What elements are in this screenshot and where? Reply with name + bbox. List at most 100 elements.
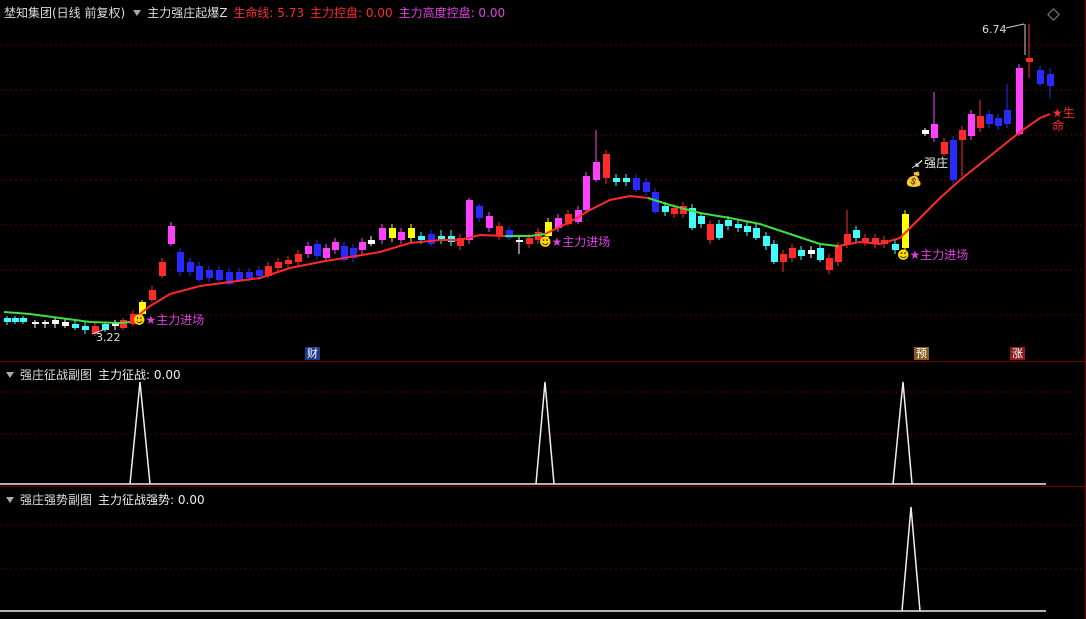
- candle-body: [1026, 58, 1033, 62]
- strong-dealer-text: 强庄: [924, 156, 949, 170]
- star-icon: ★: [145, 313, 157, 327]
- tag-finance[interactable]: 财: [305, 347, 320, 360]
- candle-body: [486, 216, 493, 228]
- candle-body: [418, 236, 425, 240]
- candle-body: [82, 326, 89, 330]
- candle-body: [466, 200, 473, 240]
- entry-label-2: 主力进场: [562, 235, 611, 249]
- star-icon: ★: [551, 235, 563, 249]
- candle-body: [476, 206, 483, 218]
- candle-body: [798, 250, 805, 256]
- candle-body: [275, 262, 282, 268]
- candle-body: [516, 240, 523, 242]
- candle-body: [285, 260, 292, 264]
- candle-body: [707, 224, 714, 240]
- candle-body: [735, 224, 742, 228]
- candle-body: [623, 178, 630, 182]
- candle-body: [753, 228, 760, 238]
- low-price-label: 3.22: [96, 331, 121, 344]
- candle-body: [187, 262, 194, 272]
- candle-body: [1037, 70, 1044, 84]
- candle-body: [52, 320, 59, 324]
- life-line-red-3: [837, 113, 1051, 247]
- star-icon: ★: [909, 248, 921, 262]
- candle-body: [295, 254, 302, 262]
- candle-body: [662, 206, 669, 212]
- life-line-red-2: [544, 194, 649, 235]
- candle-body: [314, 244, 321, 256]
- candle-body: [633, 178, 640, 190]
- candle-body: [168, 226, 175, 244]
- candle-body: [12, 318, 19, 322]
- candle-body: [496, 226, 503, 236]
- candle-body: [32, 322, 39, 324]
- candle-body: [236, 272, 243, 280]
- candle-body: [671, 208, 678, 214]
- candle-body: [428, 234, 435, 244]
- candle-body: [398, 232, 405, 240]
- sub2-svg: [0, 506, 1086, 612]
- candle-body: [716, 224, 723, 238]
- candle-body: [771, 244, 778, 262]
- candle-body: [780, 254, 787, 262]
- candle-body: [789, 248, 796, 258]
- candle-body: [196, 266, 203, 280]
- entry-signal-1: ☻★主力进场: [131, 314, 206, 327]
- candle-body: [159, 262, 166, 276]
- candle-body: [4, 318, 11, 322]
- strong-dealer-label: ↙强庄: [914, 156, 949, 170]
- candle-body: [408, 228, 415, 238]
- candle-body: [62, 322, 69, 326]
- candle-body: [216, 270, 223, 280]
- candle-body: [72, 324, 79, 328]
- high-price-label: 6.74: [982, 23, 1007, 36]
- life-line-end-text: 生命: [1052, 106, 1075, 133]
- smiley-icon: ☻: [897, 248, 910, 262]
- candle-body: [922, 130, 929, 134]
- candle-body: [817, 248, 824, 260]
- candle-body: [246, 272, 253, 278]
- candle-body: [526, 238, 533, 244]
- sub-chart-1-panel[interactable]: 强庄征战副图 主力征战: 0.00: [0, 362, 1086, 486]
- tag-forecast[interactable]: 预: [914, 347, 929, 360]
- entry-signal-2: ☻★主力进场: [537, 236, 612, 249]
- candle-body: [950, 140, 957, 180]
- main-chart-panel[interactable]: 埜知集团(日线 前复权) 主力强庄起爆Z 生命线: 5.73 主力控盘: 0.00 主力…: [0, 0, 1086, 361]
- candle-body: [379, 228, 386, 240]
- sub1-svg: [0, 381, 1086, 485]
- candle-body: [968, 114, 975, 136]
- candle-body: [959, 130, 966, 140]
- candle-body: [744, 226, 751, 232]
- smiley-icon: ☻: [133, 313, 146, 327]
- candle-body: [763, 236, 770, 246]
- candle-body: [332, 242, 339, 250]
- candle-body: [583, 176, 590, 210]
- candle-body: [613, 178, 620, 182]
- candle-body: [323, 248, 330, 258]
- candle-body: [206, 270, 213, 278]
- sub-chart-2-panel[interactable]: 强庄强势副图 主力征战强势: 0.00: [0, 487, 1086, 619]
- candle-body: [844, 234, 851, 244]
- candle-body: [853, 230, 860, 238]
- candle-body: [808, 250, 815, 254]
- candle-body: [389, 228, 396, 238]
- candle-body: [603, 154, 610, 178]
- candle-body: [941, 142, 948, 154]
- candle-body: [593, 162, 600, 180]
- candle-body: [359, 242, 366, 250]
- candle-body: [995, 118, 1002, 126]
- candle-body: [826, 258, 833, 270]
- candle-body: [1016, 68, 1023, 134]
- candle-body: [368, 240, 375, 244]
- life-line-end-label: ★生命: [1052, 106, 1075, 133]
- money-bag-icon: 💰: [905, 172, 923, 188]
- tag-limit-up[interactable]: 涨: [1010, 347, 1025, 360]
- candle-body: [835, 246, 842, 262]
- entry-label-1: 主力进场: [156, 313, 205, 327]
- candle-body: [977, 116, 984, 128]
- candle-body: [643, 182, 650, 192]
- candle-body: [177, 252, 184, 272]
- candle-body: [20, 318, 27, 322]
- candle-body: [305, 246, 312, 254]
- life-line-green-3: [647, 197, 839, 247]
